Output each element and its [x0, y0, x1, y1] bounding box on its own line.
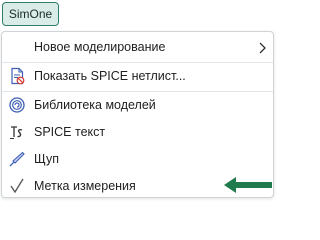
pointer-arrow-icon [224, 177, 272, 193]
simone-dropdown-menu: Новое моделирование Показать SPICE нетли… [1, 31, 274, 198]
probe-icon [9, 151, 25, 167]
simone-tab[interactable]: SimOne [2, 2, 59, 26]
menu-item-probe[interactable]: Щуп [2, 146, 273, 173]
menu-item-new-simulation[interactable]: Новое моделирование [2, 34, 273, 61]
netlist-document-icon [11, 67, 25, 85]
menu-item-show-spice-netlist[interactable]: Показать SPICE нетлист... [2, 63, 273, 90]
menu-item-label: Показать SPICE нетлист... [34, 69, 186, 83]
menu-item-label: Библиотека моделей [34, 98, 156, 112]
chevron-right-icon [259, 42, 266, 54]
spice-text-icon [10, 126, 23, 139]
menu-item-spice-text[interactable]: SPICE текст [2, 119, 273, 146]
menu-item-label: Новое моделирование [34, 40, 166, 54]
menu-item-label: SPICE текст [34, 125, 106, 139]
model-library-icon [9, 97, 25, 113]
menu-item-label: Щуп [34, 152, 60, 166]
checkmark-icon [10, 178, 24, 194]
menu-item-model-library[interactable]: Библиотека моделей [2, 92, 273, 119]
menu-item-label: Метка измерения [34, 179, 136, 193]
